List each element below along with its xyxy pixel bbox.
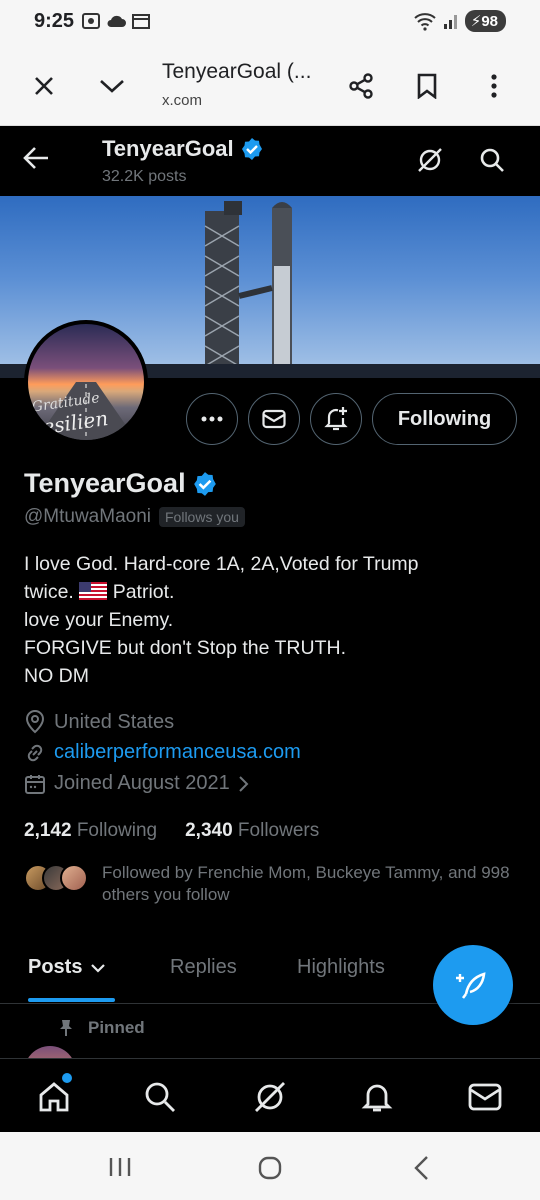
close-icon <box>35 77 53 95</box>
more-vertical-icon <box>491 74 497 98</box>
calendar-icon <box>25 774 45 794</box>
bell-plus-icon <box>324 407 348 431</box>
verified-badge-icon <box>193 471 216 496</box>
followed-by-text: Followed by Frenchie Mom, Buckeye Tammy,… <box>102 863 510 904</box>
bio-line: twice. Patriot. <box>24 581 175 603</box>
header-post-count: 32.2K posts <box>102 168 187 185</box>
back-system-button[interactable] <box>412 1155 430 1186</box>
nav-notifications[interactable] <box>355 1075 399 1119</box>
message-button[interactable] <box>248 393 300 445</box>
recent-apps-button[interactable] <box>108 1156 132 1183</box>
tab-posts[interactable]: Posts <box>28 956 106 979</box>
grok-icon <box>255 1082 285 1112</box>
status-icons-right: ⚡98 <box>413 10 506 32</box>
bell-icon <box>361 1084 393 1112</box>
active-tab-indicator <box>28 998 115 1002</box>
following-button[interactable]: Following <box>372 393 517 445</box>
more-options-button[interactable] <box>186 393 238 445</box>
followed-by-avatars <box>24 862 88 906</box>
home-circle-icon <box>258 1156 282 1180</box>
profile-location: United States <box>24 710 174 734</box>
follows-you-badge: Follows you <box>159 507 245 527</box>
tab-highlights[interactable]: Highlights <box>297 956 385 979</box>
wifi-icon <box>414 13 436 31</box>
bottom-navigation <box>0 1058 540 1132</box>
profile-handle: @MtuwaMaoni <box>24 506 151 527</box>
system-navigation-bar <box>0 1132 540 1200</box>
battery-icon: ⚡98 <box>464 10 506 32</box>
mail-icon <box>468 1083 502 1111</box>
verified-badge-icon <box>241 138 262 160</box>
nav-search[interactable] <box>138 1075 182 1119</box>
home-system-button[interactable] <box>258 1156 282 1185</box>
location-pin-icon <box>25 710 45 734</box>
followers-count-link[interactable]: 2,340 Followers <box>185 820 319 842</box>
more-horizontal-icon <box>201 416 223 422</box>
browser-page-title[interactable]: TenyearGoal (... <box>162 60 311 84</box>
compose-feather-icon <box>456 972 486 999</box>
pinned-label: Pinned <box>58 1018 145 1038</box>
chevron-down-icon <box>91 963 106 973</box>
browser-url[interactable]: x.com <box>162 92 202 109</box>
following-count-link[interactable]: 2,142 Following <box>24 820 157 842</box>
recent-apps-icon <box>109 1158 131 1176</box>
signal-icon <box>443 15 457 29</box>
bio-line: love your Enemy. <box>24 609 174 631</box>
cloud-icon <box>107 15 126 27</box>
bio-line: I love God. Hard-core 1A, 2A,Voted for T… <box>24 553 419 575</box>
profile-joined[interactable]: Joined August 2021 <box>24 772 250 795</box>
chevron-left-icon <box>414 1156 428 1180</box>
share-icon <box>349 73 373 99</box>
nav-messages[interactable] <box>463 1075 507 1119</box>
header-search-button[interactable] <box>478 146 506 179</box>
tab-replies[interactable]: Replies <box>170 956 237 979</box>
avatar <box>60 864 88 892</box>
profile-avatar[interactable]: Gratitude Resilien <box>24 320 148 444</box>
home-icon <box>39 1082 69 1112</box>
link-icon <box>27 744 43 761</box>
search-icon <box>145 1082 175 1112</box>
home-notification-dot <box>62 1073 72 1083</box>
status-icons-left <box>82 12 150 30</box>
profile-header-bar: TenyearGoal 32.2K posts <box>0 126 540 196</box>
compose-post-button[interactable] <box>433 945 513 1025</box>
bookmark-button[interactable] <box>409 68 445 104</box>
mail-icon <box>262 409 286 429</box>
nav-grok[interactable] <box>248 1075 292 1119</box>
calendar-icon <box>132 14 150 29</box>
search-icon <box>480 148 504 172</box>
arrow-left-icon <box>23 147 48 169</box>
pin-icon <box>60 1020 72 1036</box>
grok-icon <box>418 148 442 172</box>
bio-line: NO DM <box>24 665 89 687</box>
back-button[interactable] <box>22 144 50 177</box>
us-flag-icon <box>79 582 108 600</box>
bookmark-icon <box>417 73 437 99</box>
browser-toolbar: TenyearGoal (... x.com <box>0 46 540 126</box>
collapse-button[interactable] <box>94 68 130 104</box>
profile-bio: I love God. Hard-core 1A, 2A,Voted for T… <box>24 550 524 690</box>
chevron-down-icon <box>100 80 124 93</box>
notify-button[interactable] <box>310 393 362 445</box>
profile-website[interactable]: caliberperformanceusa.com <box>24 741 301 764</box>
more-menu-button[interactable] <box>476 68 512 104</box>
avatar-road-image: Gratitude Resilien <box>28 382 136 440</box>
photo-icon <box>82 13 100 29</box>
header-name: TenyearGoal <box>102 136 264 162</box>
bio-line: FORGIVE but don't Stop the TRUTH. <box>24 637 346 659</box>
followed-by-row[interactable]: Followed by Frenchie Mom, Buckeye Tammy,… <box>24 862 524 906</box>
follow-counts: 2,142 Following 2,340 Followers <box>24 820 319 842</box>
status-bar: 9:25 ⚡98 <box>0 0 540 46</box>
close-tab-button[interactable] <box>26 68 62 104</box>
chevron-right-icon <box>238 775 249 792</box>
share-button[interactable] <box>343 68 379 104</box>
status-time: 9:25 <box>34 10 75 32</box>
profile-handle-row: @MtuwaMaoni Follows you <box>24 506 245 528</box>
profile-display-name: TenyearGoal <box>24 468 218 499</box>
grok-header-button[interactable] <box>416 146 444 179</box>
